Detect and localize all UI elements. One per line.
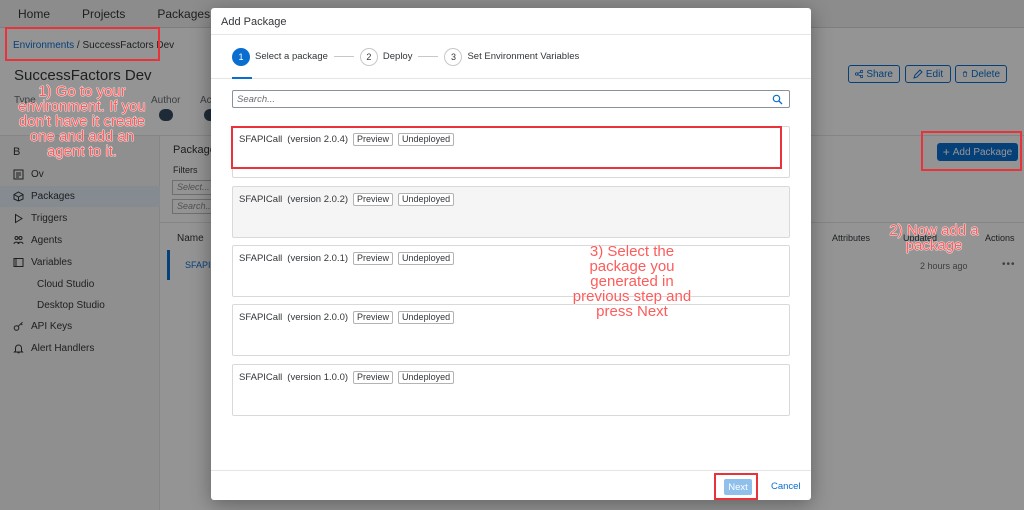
package-version: (version 2.0.2)	[287, 194, 349, 205]
cancel-button[interactable]: Cancel	[771, 479, 801, 495]
highlight-package-item	[231, 126, 782, 169]
wizard-step-deploy[interactable]: 2 Deploy	[359, 47, 413, 66]
package-name: SFAPICall	[239, 253, 283, 264]
package-name: SFAPICall	[239, 194, 283, 205]
status-badge: Undeployed	[398, 193, 455, 206]
step-connector	[418, 56, 439, 57]
package-version: (version 1.0.0)	[287, 372, 349, 383]
active-step-indicator	[232, 77, 252, 79]
add-package-dialog: Add Package 1 Select a package 2 Deploy …	[211, 8, 811, 500]
package-version: (version 2.0.0)	[287, 312, 349, 323]
wizard-step-set-env-vars[interactable]: 3 Set Environment Variables	[444, 47, 580, 66]
annotation-step-3: 3) Select the package you generated in p…	[572, 243, 692, 320]
preview-tag[interactable]: Preview	[353, 193, 394, 206]
step-label: Set Environment Variables	[467, 51, 580, 62]
search-input[interactable]	[237, 92, 757, 106]
wizard-steps: 1 Select a package 2 Deploy 3 Set Enviro…	[211, 35, 811, 79]
dialog-header: Add Package	[211, 8, 811, 35]
annotation-step-2: 2) Now add a package	[889, 222, 979, 254]
search-icon[interactable]	[772, 94, 783, 105]
package-version: (version 2.0.1)	[287, 253, 349, 264]
package-search	[232, 90, 790, 108]
package-item-2-0-2[interactable]: SFAPICall (version 2.0.2) Preview Undeploye…	[232, 186, 790, 238]
step-label: Select a package	[255, 51, 328, 62]
step-connector	[333, 56, 354, 57]
annotation-step-1: 1) Go to your environment. If you don't …	[18, 83, 146, 160]
step-number: 3	[444, 47, 463, 66]
status-badge: Undeployed	[398, 371, 455, 384]
highlight-breadcrumb	[5, 27, 160, 61]
package-name: SFAPICall	[239, 312, 283, 323]
wizard-step-select-package[interactable]: 1 Select a package	[232, 47, 328, 66]
dialog-title: Add Package	[221, 16, 287, 28]
step-label: Deploy	[382, 51, 413, 62]
step-number: 1	[232, 47, 250, 66]
status-badge: Undeployed	[398, 252, 455, 265]
preview-tag[interactable]: Preview	[353, 371, 394, 384]
package-name: SFAPICall	[239, 372, 283, 383]
highlight-next-button	[714, 473, 758, 500]
step-number: 2	[359, 47, 378, 66]
status-badge: Undeployed	[398, 311, 455, 324]
preview-tag[interactable]: Preview	[353, 252, 394, 265]
preview-tag[interactable]: Preview	[353, 311, 394, 324]
highlight-add-package	[921, 131, 1022, 171]
package-item-1-0-0[interactable]: SFAPICall (version 1.0.0) Preview Undeploye…	[232, 364, 790, 416]
